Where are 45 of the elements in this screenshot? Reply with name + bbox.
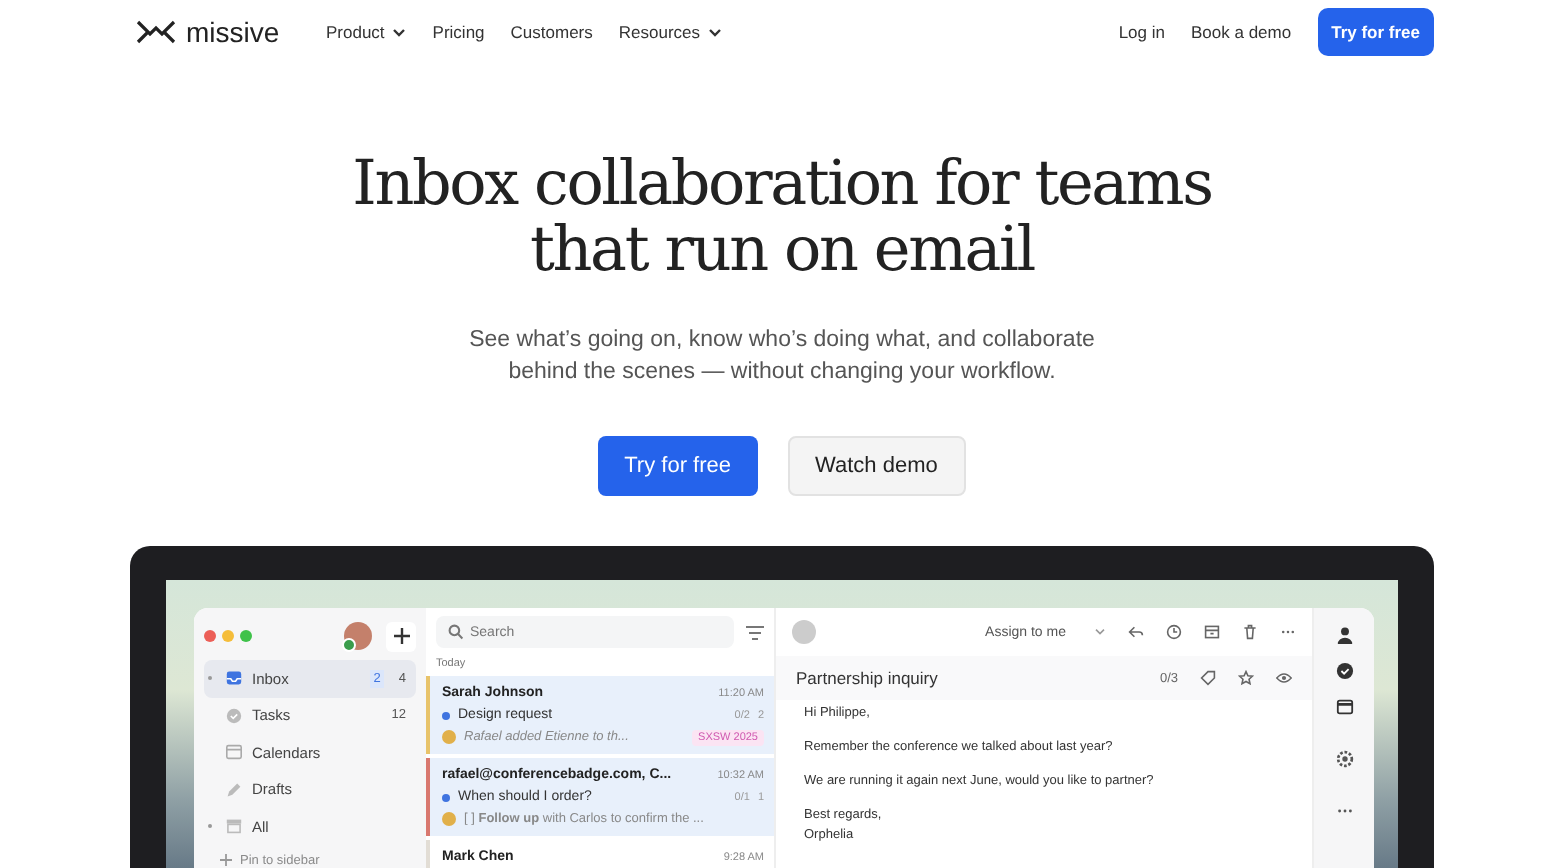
calendar-icon: [226, 744, 242, 761]
caret-icon: [1094, 628, 1106, 636]
hero-subtitle: See what’s going on, know who’s doing what, and collaborate behind the scenes — without changing your workflow.: [467, 326, 1097, 388]
filter-icon[interactable]: [746, 625, 764, 639]
gear-icon[interactable]: [1335, 750, 1353, 768]
chevron-icon: [392, 27, 407, 37]
check-circle-icon[interactable]: [1335, 662, 1353, 680]
pencil-icon: [226, 781, 242, 798]
nav-link[interactable]: Resources: [618, 22, 723, 42]
login-link[interactable]: Log in: [1118, 22, 1165, 42]
clock-icon[interactable]: [1166, 624, 1182, 640]
nav-link[interactable]: Pricing: [432, 22, 485, 42]
chevron-icon: [708, 27, 723, 37]
nav-link[interactable]: Product: [326, 22, 407, 42]
book-demo-link[interactable]: Book a demo: [1191, 22, 1292, 42]
avatar: [442, 730, 456, 744]
archive-icon[interactable]: [1204, 624, 1220, 640]
trash-icon[interactable]: [1242, 624, 1258, 640]
inbox-icon: [226, 670, 242, 687]
search-icon: [448, 624, 464, 640]
avatar: [442, 812, 456, 826]
avatar[interactable]: [344, 622, 372, 650]
plus-icon: [393, 628, 409, 644]
hero-title: Inbox collaboration for teams that run on email: [350, 152, 1214, 284]
archive-icon: [226, 818, 242, 835]
person-icon[interactable]: [1335, 626, 1353, 644]
watch-demo-button[interactable]: Watch demo: [787, 436, 966, 496]
try-free-button[interactable]: Try for free: [598, 436, 758, 496]
reply-icon[interactable]: [1128, 624, 1144, 640]
check-circle-icon: [226, 707, 242, 724]
try-free-button[interactable]: Try for free: [1317, 8, 1434, 56]
conversation-subject: Partnership inquiry: [796, 668, 940, 688]
eye-icon[interactable]: [1276, 670, 1292, 686]
compose-button[interactable]: [386, 621, 416, 651]
star-icon[interactable]: [1238, 670, 1254, 686]
tag-icon[interactable]: [1200, 670, 1216, 686]
nav-link[interactable]: Customers: [510, 22, 593, 42]
maximize-dot[interactable]: [240, 630, 252, 642]
minimize-dot[interactable]: [222, 630, 234, 642]
logo-text: missive: [186, 16, 280, 48]
plus-icon: [220, 854, 232, 866]
status-dot: [342, 638, 356, 652]
close-dot[interactable]: [204, 630, 216, 642]
calendar-icon[interactable]: [1335, 698, 1353, 716]
logo-icon: [136, 20, 176, 44]
